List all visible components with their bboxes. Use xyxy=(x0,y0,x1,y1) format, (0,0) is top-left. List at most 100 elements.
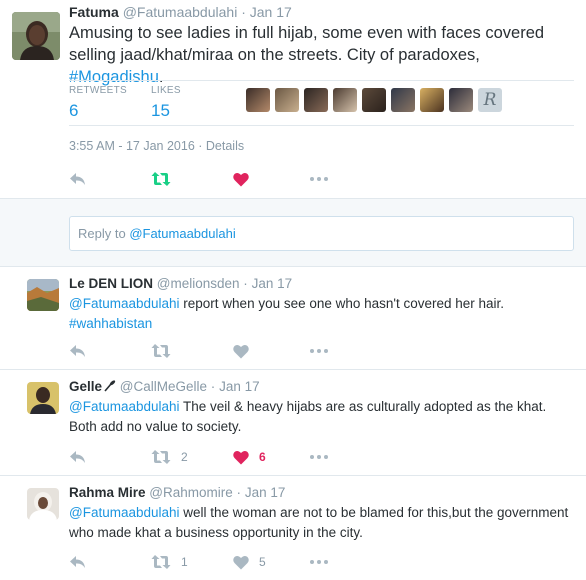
author-name[interactable]: Rahma Mire xyxy=(69,485,146,500)
tweet-time[interactable]: Jan 17 xyxy=(219,379,260,394)
reply-button[interactable] xyxy=(69,448,87,466)
reply-icon xyxy=(70,345,85,357)
tweet-text: @Fatumaabdulahi The veil & heavy hijabs … xyxy=(69,397,574,437)
reply-icon xyxy=(70,556,85,568)
more-dots-icon xyxy=(310,349,328,353)
tweet-time[interactable]: Jan 17 xyxy=(250,4,292,20)
avatar[interactable] xyxy=(27,279,59,311)
avatar[interactable] xyxy=(27,488,59,520)
oar-emoji-icon xyxy=(104,380,116,392)
tweet-actions xyxy=(69,342,329,360)
more-button[interactable] xyxy=(310,342,328,360)
tweet-actions: 2 6 xyxy=(69,448,329,466)
likes-count: 15 xyxy=(151,101,170,120)
retweet-button[interactable] xyxy=(151,170,171,188)
reply-compose-area: Reply to @Fatumaabdulahi xyxy=(0,198,586,267)
author-name[interactable]: Fatuma xyxy=(69,4,119,20)
timestamp-text: 3:55 AM - 17 Jan 2016 xyxy=(69,139,195,153)
likes-label: LIKES xyxy=(151,85,181,96)
author-handle[interactable]: @melionsden xyxy=(157,276,240,291)
author-handle[interactable]: @Fatumaabdulahi xyxy=(123,4,238,20)
more-button[interactable] xyxy=(310,170,328,188)
tweet-timestamp: 3:55 AM - 17 Jan 2016 · Details xyxy=(69,139,244,153)
reply-button[interactable] xyxy=(69,553,87,571)
more-button[interactable] xyxy=(310,553,328,571)
tweet-actions xyxy=(69,170,329,188)
author-name[interactable]: Gelle xyxy=(69,379,102,394)
liker-avatar[interactable] xyxy=(449,88,473,112)
tweet-text-body: Amusing to see ladies in full hijab, som… xyxy=(69,24,545,64)
tweet-actions: 1 5 xyxy=(69,553,329,571)
retweet-button[interactable]: 1 xyxy=(151,553,188,571)
retweet-stat[interactable]: RETWEETS 6 xyxy=(69,85,127,121)
avatar[interactable] xyxy=(12,12,60,60)
reply-button[interactable] xyxy=(69,170,87,188)
retweet-icon xyxy=(151,172,171,186)
details-link[interactable]: Details xyxy=(206,139,244,153)
reply-placeholder-prefix: Reply to xyxy=(78,226,130,241)
tweet-time[interactable]: Jan 17 xyxy=(252,276,293,291)
heart-icon xyxy=(233,450,249,464)
reply-input[interactable]: Reply to @Fatumaabdulahi xyxy=(69,216,574,251)
tweet-stats: RETWEETS 6 LIKES 15 R xyxy=(69,80,574,126)
liker-avatar[interactable] xyxy=(333,88,357,112)
liker-avatar[interactable] xyxy=(420,88,444,112)
retweets-count: 6 xyxy=(69,101,79,120)
main-tweet: Fatuma @Fatumaabdulahi · Jan 17 Amusing … xyxy=(0,0,586,198)
tweet-header: Gelle @CallMeGelle · Jan 17 xyxy=(69,379,260,394)
author-name[interactable]: Le DEN LION xyxy=(69,276,153,291)
mention-link[interactable]: @Fatumaabdulahi xyxy=(69,505,180,520)
reply-icon xyxy=(70,173,85,185)
tweet-text: @Fatumaabdulahi well the woman are not t… xyxy=(69,503,574,543)
more-button[interactable] xyxy=(310,448,328,466)
separator-dot: · xyxy=(241,4,246,20)
heart-icon xyxy=(233,555,249,569)
liker-avatar[interactable] xyxy=(304,88,328,112)
likes-stat[interactable]: LIKES 15 xyxy=(151,85,181,121)
retweet-icon xyxy=(151,344,171,358)
more-dots-icon xyxy=(310,560,328,564)
tweet-text: @Fatumaabdulahi report when you see one … xyxy=(69,294,574,334)
retweet-icon xyxy=(151,555,171,569)
separator-dot: · xyxy=(210,379,216,394)
heart-icon xyxy=(233,344,249,358)
author-handle[interactable]: @Rahmomire xyxy=(149,485,232,500)
like-button[interactable]: 6 xyxy=(233,448,266,466)
tweet-header: Fatuma @Fatumaabdulahi · Jan 17 xyxy=(69,4,292,20)
timestamp-separator: · xyxy=(194,139,206,153)
like-button[interactable] xyxy=(233,342,249,360)
liker-avatar[interactable] xyxy=(246,88,270,112)
more-dots-icon xyxy=(310,455,328,459)
retweet-count: 2 xyxy=(181,450,188,464)
retweets-label: RETWEETS xyxy=(69,85,127,96)
tweet-header: Le DEN LION @melionsden · Jan 17 xyxy=(69,276,292,291)
tweet-text-body: report when you see one who hasn't cover… xyxy=(179,296,505,311)
reply-placeholder-mention: @Fatumaabdulahi xyxy=(129,226,236,241)
tweet-header: Rahma Mire @Rahmomire · Jan 17 xyxy=(69,485,285,500)
liker-avatar[interactable] xyxy=(275,88,299,112)
mention-link[interactable]: @Fatumaabdulahi xyxy=(69,296,180,311)
retweet-button[interactable] xyxy=(151,342,171,360)
retweet-button[interactable]: 2 xyxy=(151,448,188,466)
liker-avatar[interactable] xyxy=(391,88,415,112)
retweet-count: 1 xyxy=(181,555,188,569)
author-handle[interactable]: @CallMeGelle xyxy=(120,379,207,394)
tweet-text: Amusing to see ladies in full hijab, som… xyxy=(69,22,574,88)
retweet-icon xyxy=(151,450,171,464)
heart-icon xyxy=(233,172,249,186)
separator-dot: · xyxy=(243,276,248,291)
hashtag-link[interactable]: #wahhabistan xyxy=(69,316,152,331)
reply-tweet: Gelle @CallMeGelle · Jan 17 @Fatumaabdul… xyxy=(0,370,586,476)
tweet-time[interactable]: Jan 17 xyxy=(245,485,286,500)
liker-avatar[interactable] xyxy=(362,88,386,112)
reply-tweet: Rahma Mire @Rahmomire · Jan 17 @Fatumaab… xyxy=(0,476,586,580)
reply-icon xyxy=(70,451,85,463)
liker-avatar[interactable]: R xyxy=(478,88,502,112)
reply-tweet: Le DEN LION @melionsden · Jan 17 @Fatuma… xyxy=(0,267,586,370)
reply-button[interactable] xyxy=(69,342,87,360)
like-count: 5 xyxy=(259,555,266,569)
like-button[interactable]: 5 xyxy=(233,553,266,571)
avatar[interactable] xyxy=(27,382,59,414)
mention-link[interactable]: @Fatumaabdulahi xyxy=(69,399,180,414)
like-button[interactable] xyxy=(233,170,249,188)
